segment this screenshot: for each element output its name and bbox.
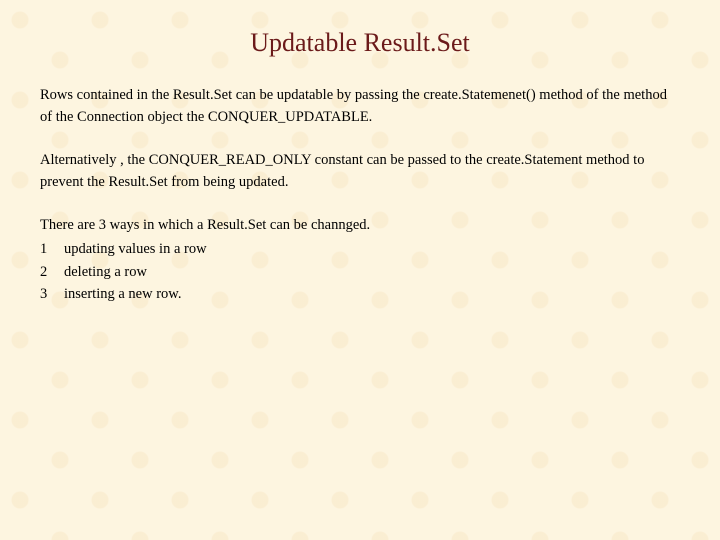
list-item: 3 inserting a new row. xyxy=(40,283,680,305)
paragraph-2: Alternatively , the CONQUER_READ_ONLY co… xyxy=(40,149,680,194)
list-item-number: 3 xyxy=(40,283,64,305)
paragraph-1: Rows contained in the Result.Set can be … xyxy=(40,84,680,129)
list-item-text: inserting a new row. xyxy=(64,283,680,305)
list-item-text: updating values in a row xyxy=(64,238,680,260)
page-title: Updatable Result.Set xyxy=(40,28,680,58)
list-item-text: deleting a row xyxy=(64,261,680,283)
list-item: 2 deleting a row xyxy=(40,261,680,283)
list-intro: There are 3 ways in which a Result.Set c… xyxy=(40,214,680,236)
list-item-number: 1 xyxy=(40,238,64,260)
list-item-number: 2 xyxy=(40,261,64,283)
ways-list: 1 updating values in a row 2 deleting a … xyxy=(40,238,680,305)
list-item: 1 updating values in a row xyxy=(40,238,680,260)
